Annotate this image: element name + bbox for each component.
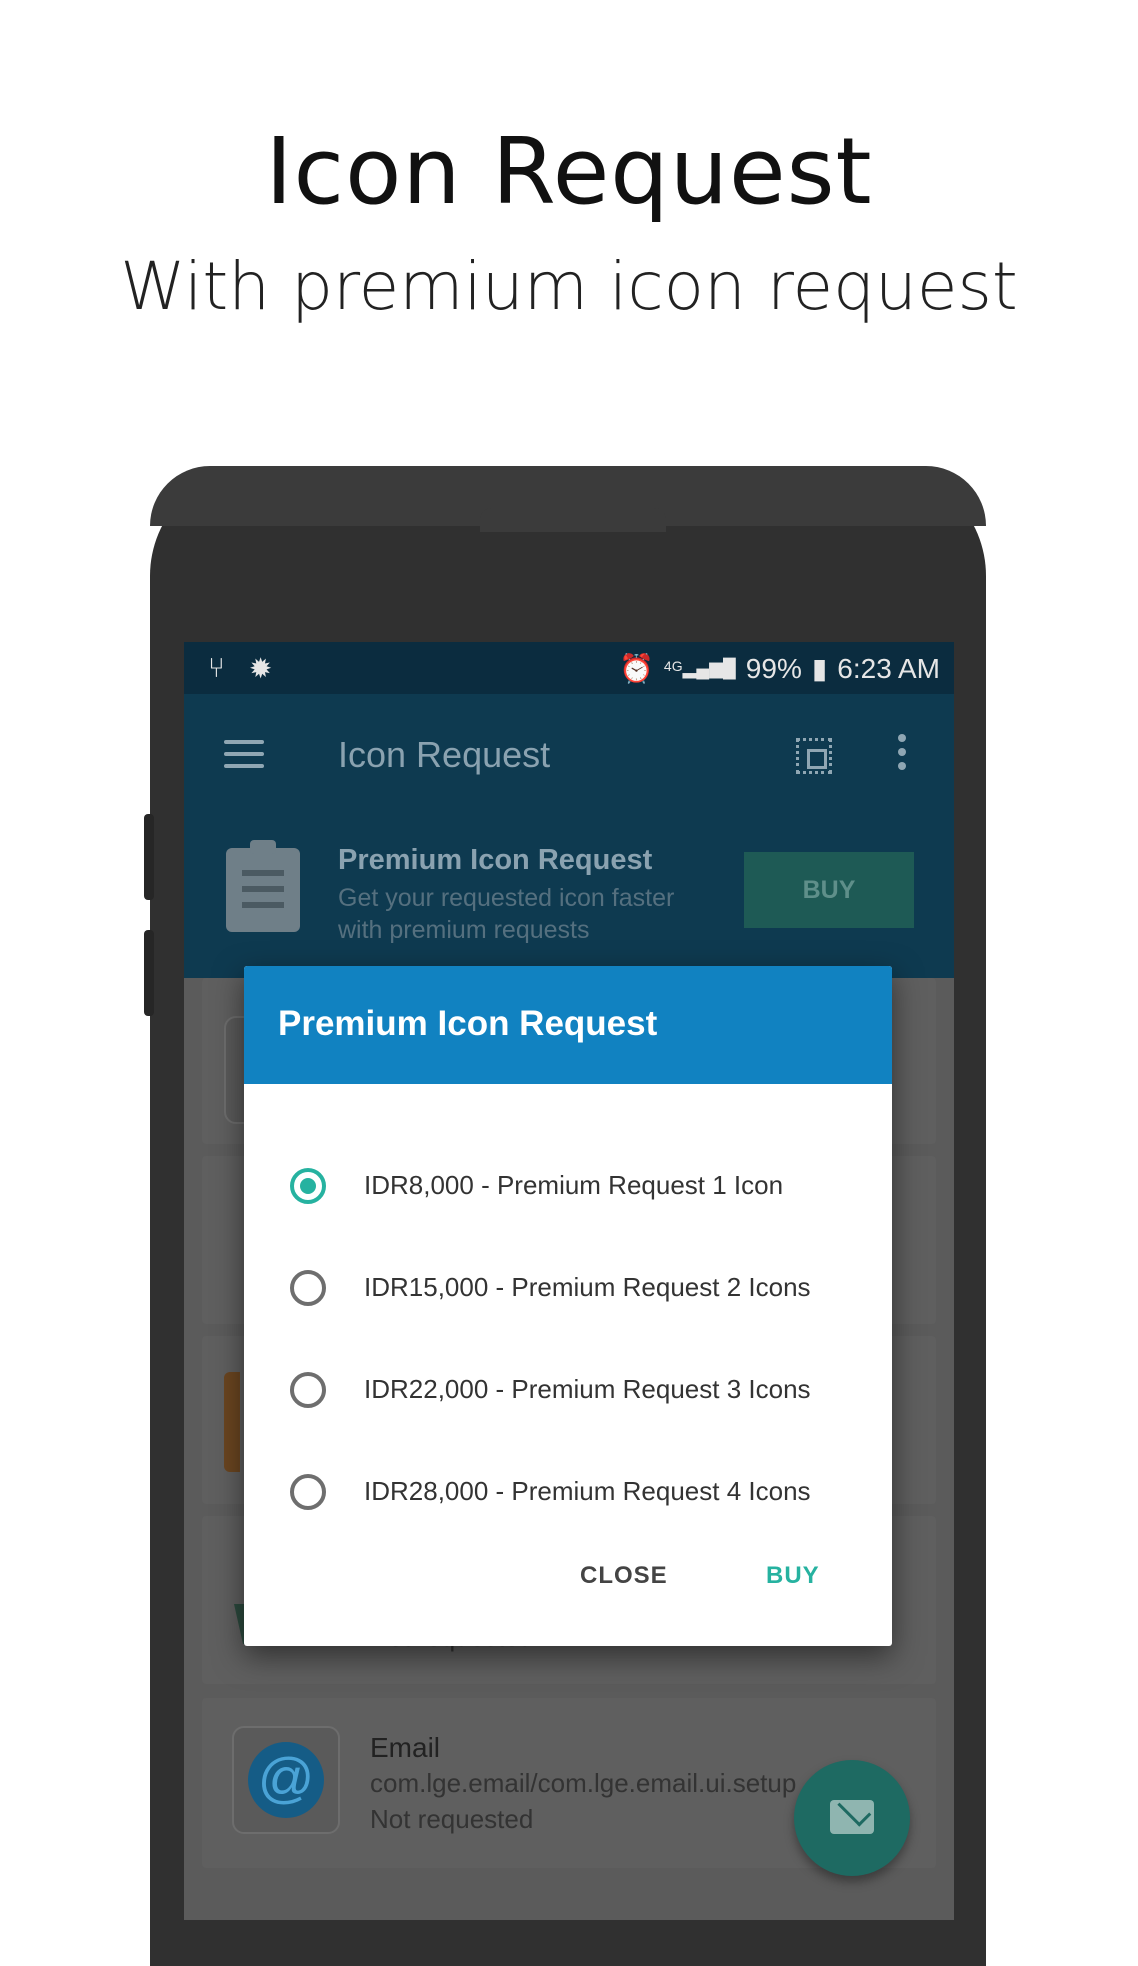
premium-request-banner: Premium Icon Request Get your requested …	[184, 816, 954, 978]
network-type: 4G	[663, 658, 683, 674]
select-all-icon[interactable]	[796, 738, 832, 774]
status-bar: ⑂ ✹ ⏰ 4G▂▄▆█ 99% ▮ 6:23 AM	[184, 642, 954, 694]
option-3-icons[interactable]: IDR22,000 - Premium Request 3 Icons	[244, 1346, 892, 1436]
premium-request-dialog: Premium Icon Request IDR8,000 - Premium …	[244, 966, 892, 1646]
battery-charging-icon: ▮	[811, 653, 828, 684]
usb-icon: ⑂	[208, 652, 225, 683]
alarm-icon: ⏰	[619, 653, 654, 684]
more-options-icon[interactable]	[898, 734, 908, 774]
radio-button[interactable]	[290, 1270, 326, 1306]
phone-side-button	[144, 930, 154, 1016]
option-label: IDR28,000 - Premium Request 4 Icons	[364, 1476, 811, 1506]
option-4-icons[interactable]: IDR28,000 - Premium Request 4 Icons	[244, 1448, 892, 1538]
dialog-title: Premium Icon Request	[278, 1004, 658, 1043]
dialog-header: Premium Icon Request	[244, 966, 892, 1084]
at-sign-icon: @	[248, 1742, 324, 1818]
app-icon-frame: @	[232, 1726, 340, 1834]
list-item-status: Not requested	[370, 1804, 534, 1834]
clock: 6:23 AM	[837, 652, 940, 684]
signal-icon: 4G▂▄▆█	[663, 658, 736, 678]
promo-title: Icon Request	[265, 118, 873, 225]
option-label: IDR15,000 - Premium Request 2 Icons	[364, 1272, 811, 1302]
battery-percent: 99%	[745, 652, 802, 684]
hamburger-menu-icon[interactable]	[224, 740, 264, 770]
buy-button[interactable]: BUY	[766, 1562, 820, 1590]
app-icon	[224, 1372, 240, 1472]
option-label: IDR22,000 - Premium Request 3 Icons	[364, 1374, 811, 1404]
app-bar: Icon Request	[184, 694, 954, 816]
premium-banner-buy-button[interactable]: BUY	[744, 852, 914, 928]
phone-speaker	[480, 508, 666, 532]
option-1-icon[interactable]: IDR8,000 - Premium Request 1 Icon	[244, 1142, 892, 1232]
premium-banner-title: Premium Icon Request	[338, 844, 653, 876]
option-label: IDR8,000 - Premium Request 1 Icon	[364, 1170, 784, 1200]
promo-subtitle: With premium icon request	[120, 248, 1018, 325]
option-2-icons[interactable]: IDR15,000 - Premium Request 2 Icons	[244, 1244, 892, 1334]
list-item-name: Email	[370, 1732, 441, 1763]
email-icon	[830, 1800, 874, 1834]
bug-icon: ✹	[248, 653, 273, 684]
radio-button[interactable]	[290, 1474, 326, 1510]
list-item-package: com.lge.email/com.lge.email.ui.setup	[370, 1768, 797, 1798]
radio-button-checked[interactable]	[290, 1168, 326, 1204]
app-bar-title: Icon Request	[338, 734, 551, 775]
radio-button[interactable]	[290, 1372, 326, 1408]
clipboard-icon	[226, 840, 300, 932]
close-button[interactable]: CLOSE	[580, 1562, 668, 1590]
send-request-fab[interactable]	[794, 1760, 910, 1876]
phone-side-button	[144, 814, 154, 900]
premium-banner-description: Get your requested icon faster with prem…	[338, 884, 675, 944]
